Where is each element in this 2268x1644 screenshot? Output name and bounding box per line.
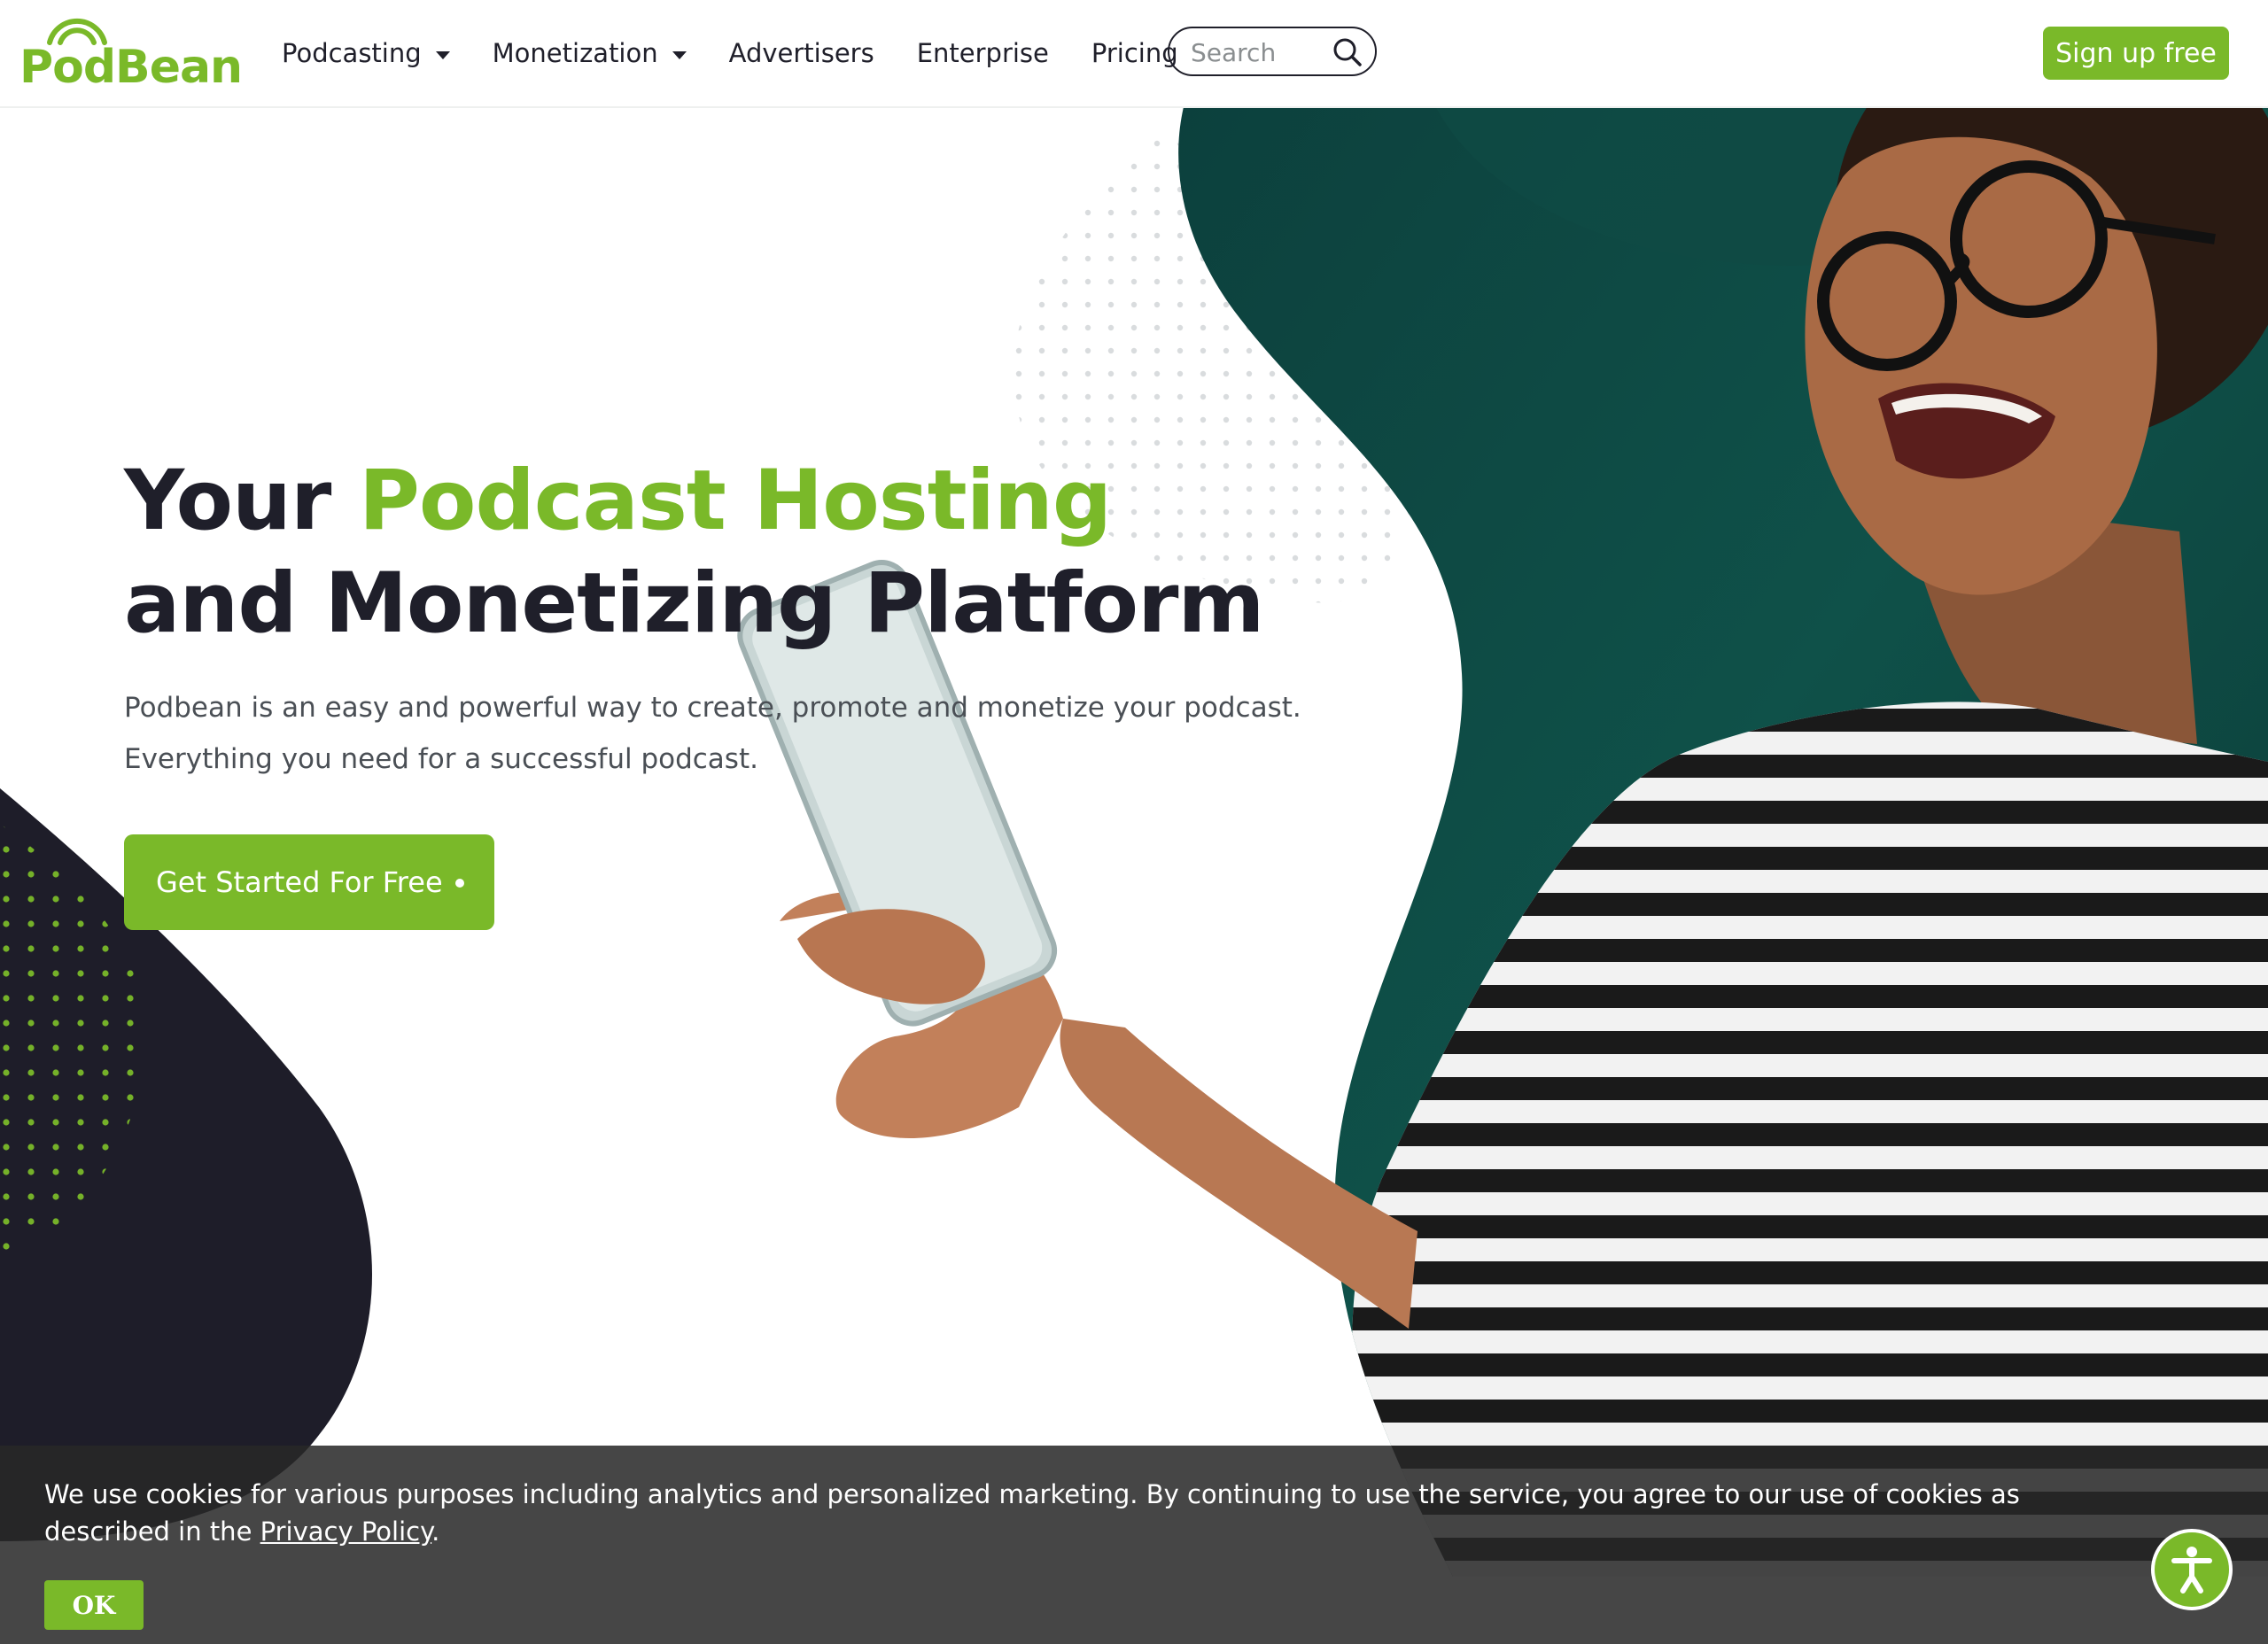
cta-label: Get Started For Free — [156, 865, 443, 899]
hero-description: Podbean is an easy and powerful way to c… — [124, 692, 1301, 775]
nav-label-podcasting: Podcasting — [282, 38, 422, 68]
nav-label-pricing: Pricing — [1091, 38, 1178, 68]
podbean-logo[interactable]: PodBean — [19, 12, 243, 94]
nav-item-podcasting[interactable]: Podcasting — [282, 38, 450, 68]
search-input[interactable] — [1189, 35, 1325, 69]
search-icon[interactable] — [1331, 35, 1364, 69]
dot-icon — [455, 879, 464, 888]
privacy-policy-link[interactable]: Privacy Policy — [260, 1516, 432, 1547]
nav-item-advertisers[interactable]: Advertisers — [729, 38, 874, 68]
nav-label-enterprise: Enterprise — [916, 38, 1049, 68]
logo-wordmark: PodBean — [19, 41, 243, 94]
cookie-ok-button[interactable]: OK — [44, 1580, 144, 1630]
hero-background — [0, 0, 2268, 1577]
main-nav: Podcasting Monetization Advertisers Ente… — [282, 30, 1221, 76]
nav-label-monetization: Monetization — [492, 38, 658, 68]
hero-title-prefix: Your — [124, 453, 360, 549]
nav-item-pricing[interactable]: Pricing — [1091, 38, 1178, 68]
accessibility-button[interactable] — [2151, 1529, 2233, 1610]
hero-title-accent: Podcast Hosting — [359, 453, 1112, 549]
nav-item-enterprise[interactable]: Enterprise — [917, 38, 1049, 68]
get-started-button[interactable]: Get Started For Free — [124, 834, 494, 930]
search-box — [1168, 27, 1377, 76]
nav-label-advertisers: Advertisers — [728, 38, 874, 68]
chevron-down-icon — [435, 50, 450, 59]
login-link[interactable]: Log in — [1946, 34, 2025, 65]
signup-button[interactable]: Sign up free — [2043, 27, 2229, 80]
hero-title-line2: and Monetizing Platform — [124, 555, 1264, 652]
nav-item-monetization[interactable]: Monetization — [493, 38, 687, 68]
cookie-text: We use cookies for various purposes incl… — [44, 1476, 2153, 1550]
cookie-banner: We use cookies for various purposes incl… — [0, 1446, 2268, 1644]
cookie-message-end: . — [431, 1516, 440, 1547]
top-navigation: PodBean Podcasting Monetization Advertis… — [0, 0, 2268, 108]
hero-title: Your Podcast Hosting and Monetizing Platf… — [124, 450, 1264, 655]
accessibility-icon — [2171, 1547, 2212, 1594]
chevron-down-icon — [672, 50, 687, 59]
